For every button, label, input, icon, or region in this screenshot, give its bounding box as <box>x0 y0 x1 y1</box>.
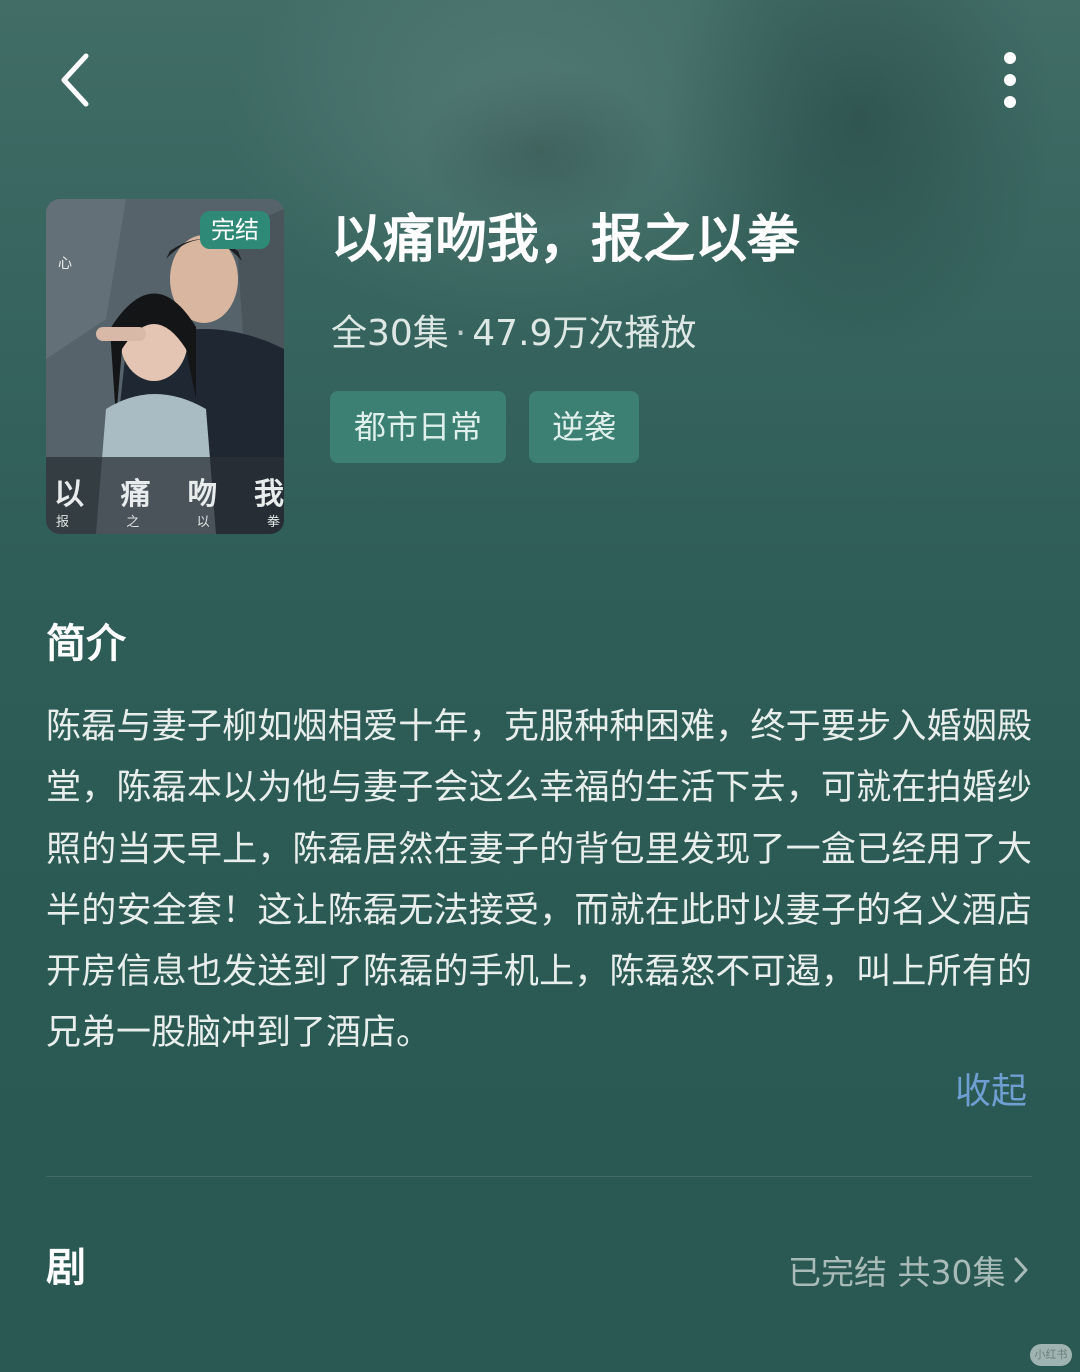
poster-sub-char: 以 <box>196 515 210 530</box>
episodes-heading: 剧 <box>46 1245 86 1291</box>
drama-poster[interactable]: 以 痛 吻 我 报 之 以 拳 心 <box>46 199 284 534</box>
drama-title: 以痛吻我，报之以拳 <box>331 210 800 270</box>
poster-title-char: 痛 <box>120 477 151 512</box>
episode-count: 全30集 <box>331 313 449 354</box>
chevron-left-icon <box>61 53 89 107</box>
drama-detail-page: 以 痛 吻 我 报 之 以 拳 心 完结 以痛吻我，报之以拳 全30集 · 47.9… <box>0 0 1080 1372</box>
section-divider <box>46 1176 1032 1177</box>
episodes-list-link[interactable]: 已完结 共30集 <box>788 1242 1029 1298</box>
tag-comeback[interactable]: 逆袭 <box>529 391 639 463</box>
back-button[interactable] <box>44 44 108 116</box>
completed-badge: 完结 <box>200 211 270 249</box>
intro-text: 陈磊与妻子柳如烟相爱十年，克服种种困难，终于要步入婚姻殿堂，陈磊本以为他与妻子会… <box>46 707 1032 1054</box>
play-count: 47.9万次播放 <box>472 313 697 354</box>
more-vertical-icon <box>1004 52 1016 108</box>
poster-title-char: 以 <box>54 477 84 512</box>
watermark: 小红书 <box>1030 1344 1072 1366</box>
meta-separator: · <box>454 313 467 354</box>
collapse-button[interactable]: 收起 <box>955 1064 1027 1120</box>
poster-title-char: 吻 <box>187 477 218 512</box>
more-options-button[interactable] <box>980 44 1040 116</box>
tag-urban-daily[interactable]: 都市日常 <box>330 391 506 463</box>
poster-sub-char: 拳 <box>266 515 280 530</box>
poster-sub-char: 之 <box>126 515 140 530</box>
poster-sub-char: 报 <box>56 515 70 530</box>
episodes-status: 已完结 共30集 <box>788 1253 1006 1292</box>
chevron-right-icon <box>1014 1257 1028 1283</box>
intro-heading: 简介 <box>46 621 126 667</box>
poster-top-text: 心 <box>58 256 72 272</box>
drama-meta: 全30集 · 47.9万次播放 <box>331 306 696 362</box>
poster-title-char: 我 <box>253 477 284 512</box>
